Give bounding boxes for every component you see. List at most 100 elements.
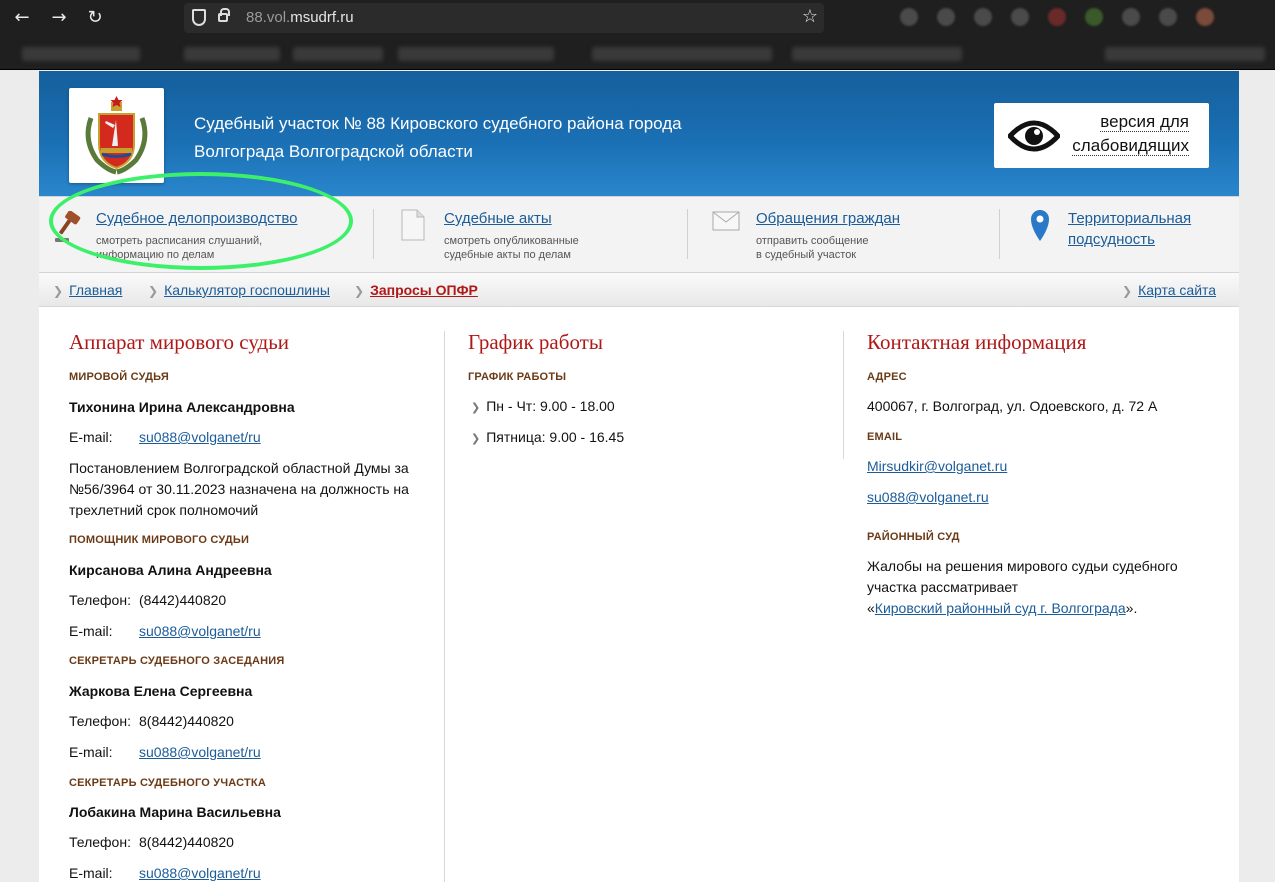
judge-email-link[interactable]: su088@volganet/ru [139, 427, 261, 448]
assistant-phone-row: Телефон: (8442)440820 [69, 590, 226, 611]
breadcrumb-link-sitemap[interactable]: Карта сайта [1138, 282, 1216, 298]
district-court-text: Жалобы на решения мирового судьи судебно… [867, 556, 1178, 619]
browser-toolbar: ← → ↻ 88.vol.msudrf.ru ☆ [0, 0, 1275, 36]
district-secretary-label: СЕКРЕТАРЬ СУДЕБНОГО УЧАСТКА [69, 777, 266, 789]
section-heading: Аппарат мирового судьи [69, 330, 290, 354]
section-heading: График работы [468, 330, 603, 354]
quicknav-subtitle: смотреть опубликованные [444, 235, 579, 247]
chevron-right-icon: ❯ [53, 284, 64, 298]
quicknav-item-appeals: Обращения граждан отправить сообщение в с… [756, 208, 900, 262]
bookmark-item[interactable] [184, 47, 280, 61]
email-label: E-mail: [69, 623, 113, 639]
appointment-line: трехлетний срок полномочий [69, 502, 259, 518]
extension-icon[interactable] [1085, 8, 1103, 26]
emblem-logo[interactable] [69, 88, 164, 183]
district-court-label: РАЙОННЫЙ СУД [867, 531, 960, 543]
bookmark-item[interactable] [592, 47, 772, 61]
phone-label: Телефон: [69, 834, 131, 850]
phone-label: Телефон: [69, 713, 131, 729]
session-secretary-email-link[interactable]: su088@volganet/ru [139, 742, 261, 763]
breadcrumb-item-calc: ❯ Калькулятор госпошлины [148, 282, 330, 298]
back-icon[interactable]: ← [10, 6, 34, 30]
chevron-right-icon: ❯ [354, 284, 365, 298]
breadcrumb-item-opfr: ❯ Запросы ОПФР [354, 282, 478, 298]
breadcrumb-link-home[interactable]: Главная [69, 282, 122, 298]
extension-icon[interactable] [900, 8, 918, 26]
bookmark-item[interactable] [293, 47, 383, 61]
contact-email-link[interactable]: su088@volganet.ru [867, 487, 989, 508]
chevron-right-icon: ❯ [1122, 284, 1133, 298]
bookmark-item[interactable] [22, 47, 140, 61]
appointment-text: Постановлением Волгоградской областной Д… [69, 458, 409, 521]
bookmark-item[interactable] [792, 47, 962, 61]
quicknav-link-line: Территориальная [1068, 210, 1192, 227]
judge-email-row: E-mail: su088@volganet/ru [69, 427, 261, 448]
email-label: E-mail: [69, 744, 113, 760]
bookmark-item[interactable] [398, 47, 554, 61]
divider [999, 209, 1000, 259]
extension-icon[interactable] [1196, 8, 1214, 26]
court-title-line: Волгограда Волгоградской области [194, 142, 473, 161]
quicknav-link-acts[interactable]: Судебные акты [444, 210, 552, 227]
session-secretary-email-row: E-mail: su088@volganet/ru [69, 742, 261, 763]
extension-icon[interactable] [974, 8, 992, 26]
star-icon[interactable]: ☆ [802, 6, 818, 27]
extension-icon[interactable] [1122, 8, 1140, 26]
court-title: Судебный участок № 88 Кировского судебно… [194, 110, 754, 166]
low-vision-label-line: слабовидящих [1072, 136, 1189, 156]
reload-icon[interactable]: ↻ [83, 6, 107, 30]
district-court-text-line: «Кировский районный суд г. Волгограда». [867, 598, 1178, 619]
session-secretary-name: Жаркова Елена Сергеевна [69, 683, 253, 699]
chevron-right-icon: ❯ [148, 284, 159, 298]
extension-icon[interactable] [1159, 8, 1177, 26]
extension-icon[interactable] [937, 8, 955, 26]
breadcrumb-link-opfr[interactable]: Запросы ОПФР [370, 282, 478, 298]
address-label: АДРЕС [867, 371, 907, 383]
address-bar[interactable]: 88.vol.msudrf.ru ☆ [184, 3, 824, 33]
map-pin-icon [1031, 210, 1049, 241]
quicknav-link-line: подсудность [1068, 231, 1155, 248]
eye-icon [1008, 120, 1060, 152]
column-divider [843, 331, 844, 459]
quicknav-subtitle: судебные акты по делам [444, 249, 571, 261]
breadcrumb-item-sitemap: ❯ Карта сайта [1122, 282, 1216, 298]
district-secretary-email-link[interactable]: su088@volganet/ru [139, 863, 261, 882]
quicknav-subtitle: в судебный участок [756, 249, 857, 261]
forward-icon[interactable]: → [47, 6, 71, 30]
low-vision-version-button[interactable]: версия для слабовидящих [994, 103, 1209, 168]
schedule-row-text: Пятница: 9.00 - 16.45 [486, 429, 625, 445]
district-court-link[interactable]: Кировский районный суд г. Волгограда [875, 600, 1126, 616]
assistant-label: ПОМОЩНИК МИРОВОГО СУДЬИ [69, 534, 250, 546]
low-vision-label-line: версия для [1100, 112, 1189, 132]
contact-email-link[interactable]: Mirsudkir@volganet.ru [867, 456, 1007, 477]
extension-icon[interactable] [1011, 8, 1029, 26]
district-court-text-line: Жалобы на решения мирового судьи судебно… [867, 558, 1178, 574]
assistant-email-row: E-mail: su088@volganet/ru [69, 621, 261, 642]
breadcrumb-item-home: ❯ Главная [53, 282, 122, 298]
schedule-row: ❯ Пятница: 9.00 - 16.45 [471, 427, 624, 449]
column-divider [444, 331, 445, 882]
breadcrumb: ❯ Главная ❯ Калькулятор госпошлины ❯ Запрос… [39, 273, 1239, 307]
chevron-right-icon: ❯ [471, 432, 481, 445]
bookmark-item[interactable] [1105, 47, 1265, 61]
district-secretary-name: Лобакина Марина Васильевна [69, 804, 281, 820]
session-secretary-phone: 8(8442)440820 [139, 713, 234, 729]
chevron-right-icon: ❯ [471, 401, 481, 414]
phone-label: Телефон: [69, 592, 131, 608]
assistant-email-link[interactable]: su088@volganet/ru [139, 621, 261, 642]
quote-mark: ». [1125, 600, 1138, 616]
quicknav-link-jurisdiction[interactable]: Территориальная подсудность [1068, 208, 1191, 250]
email-label: E-mail: [69, 429, 113, 445]
quicknav-link-appeals[interactable]: Обращения граждан [756, 210, 900, 227]
lock-icon[interactable] [218, 8, 230, 22]
url-text[interactable]: 88.vol.msudrf.ru [246, 9, 354, 26]
schedule-row: ❯ Пн - Чт: 9.00 - 18.00 [471, 396, 615, 418]
divider [373, 209, 374, 259]
low-vision-label[interactable]: версия для слабовидящих [1072, 110, 1189, 158]
district-secretary-phone-row: Телефон: 8(8442)440820 [69, 832, 234, 853]
extension-icon[interactable] [1048, 8, 1066, 26]
breadcrumb-link-calc[interactable]: Калькулятор госпошлины [164, 282, 330, 298]
shield-icon[interactable] [192, 9, 206, 26]
district-court-text-line: участка рассматривает [867, 579, 1019, 595]
judge-label: МИРОВОЙ СУДЬЯ [69, 371, 169, 383]
